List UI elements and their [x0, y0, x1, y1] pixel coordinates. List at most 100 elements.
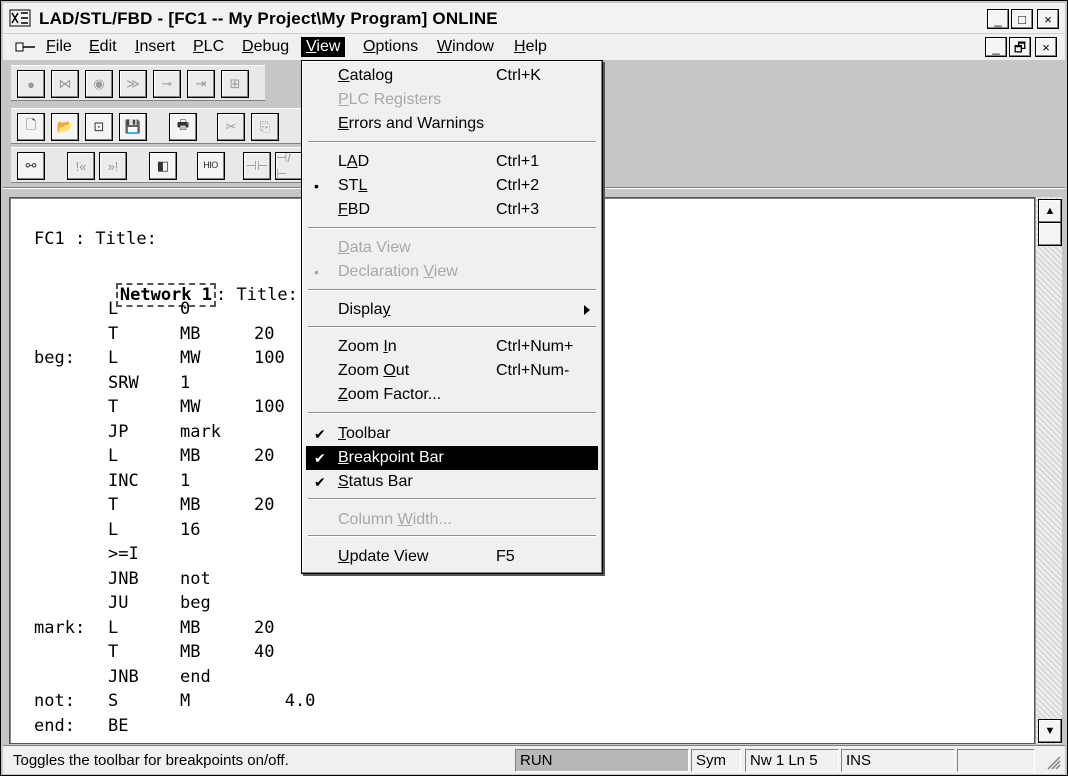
standard-toolbar: 🗋 📂 ⊡ 💾 🖶 ✂ ⎘	[11, 108, 301, 144]
menu-item-stl[interactable]: • STL Ctrl+2	[306, 174, 598, 198]
stl-operation: L	[108, 617, 119, 638]
overview-icon[interactable]: ◧	[149, 152, 177, 180]
menu-view[interactable]: View	[301, 37, 346, 57]
show-next-breakpoint-icon[interactable]: ≫	[119, 70, 147, 98]
menu-window[interactable]: Window	[432, 37, 499, 57]
menu-item-label: Breakpoint Bar	[338, 449, 444, 466]
stl-operand: MB	[180, 323, 201, 344]
resize-grip-icon[interactable]	[1043, 752, 1061, 770]
menu-separator	[308, 498, 596, 500]
menu-debug[interactable]: Debug	[237, 37, 294, 57]
menu-separator	[308, 227, 596, 229]
continue-icon[interactable]: ⊸	[153, 70, 181, 98]
menu-item-label: Zoom Factor...	[338, 386, 442, 403]
radio-bullet-icon: •	[314, 178, 319, 194]
hio-icon[interactable]: ᴴᴵᴼ	[197, 152, 225, 180]
execute-call-icon[interactable]: ⊞	[221, 70, 249, 98]
menu-item-zoom-in[interactable]: Zoom In Ctrl+Num+	[306, 335, 598, 359]
menu-item-shortcut: Ctrl+2	[496, 177, 540, 194]
menu-item-display[interactable]: Display	[306, 298, 598, 322]
stl-operand: MW	[180, 397, 201, 417]
child-minimize-button[interactable]: _	[985, 37, 1007, 57]
stl-label: mark:	[34, 617, 86, 638]
block-title: FC1 : Title:	[34, 229, 157, 249]
menu-item-shortcut: Ctrl+Num+	[496, 338, 574, 355]
stl-operation: L	[108, 348, 119, 368]
stl-label: not:	[34, 691, 75, 711]
normally-open-contact-icon[interactable]: ⊣⊢	[243, 152, 271, 180]
print-icon[interactable]: 🖶	[169, 113, 197, 141]
checkmark-icon: ✔	[314, 426, 326, 442]
copy-icon[interactable]: ⎘	[251, 113, 279, 141]
child-close-button[interactable]: ×	[1035, 37, 1057, 57]
breakpoint-toolbar: ● ⋈ ◉ ≫ ⊸ ⇥ ⊞	[11, 65, 265, 101]
menu-item-label: Column Width...	[338, 511, 452, 528]
previous-network-icon[interactable]: !«	[67, 152, 95, 180]
scroll-up-icon[interactable]: ▲	[1038, 199, 1062, 223]
menu-item-errors-and-warnings[interactable]: Errors and Warnings	[306, 112, 598, 136]
stl-operand: MW	[180, 348, 201, 368]
menu-item-zoom-out[interactable]: Zoom Out Ctrl+Num-	[306, 359, 598, 383]
lad-stl-fbd-app-icon	[9, 9, 31, 27]
minimize-button[interactable]: _	[987, 9, 1009, 29]
menu-item-lad[interactable]: LAD Ctrl+1	[306, 150, 598, 174]
menu-item-catalog[interactable]: Catalog Ctrl+K	[306, 64, 598, 88]
stl-label: beg:	[34, 348, 75, 368]
stl-operand: M	[180, 691, 191, 711]
program-elements-toolbar: ⚯ !« »! ◧ ᴴᴵᴼ ⊣⊢ ⊣/⊢	[11, 147, 303, 183]
stl-value: 100	[254, 348, 285, 368]
menu-item-status-bar[interactable]: ✔ Status Bar	[306, 470, 598, 494]
open-online-icon[interactable]: ⊡	[85, 113, 113, 141]
close-button[interactable]: ×	[1037, 9, 1059, 29]
menu-item-declaration-view: • Declaration View	[306, 260, 598, 284]
save-icon[interactable]: 💾	[119, 113, 147, 141]
vertical-scrollbar[interactable]: ▲ ▼	[1035, 197, 1062, 744]
scroll-thumb[interactable]	[1038, 222, 1062, 246]
menu-options[interactable]: Options	[358, 37, 423, 57]
next-network-icon[interactable]: »!	[99, 152, 127, 180]
menu-item-label: Update View	[338, 548, 429, 565]
stl-operand: beg	[180, 593, 211, 613]
stl-operation: JNB	[108, 568, 139, 589]
menu-item-zoom-factor[interactable]: Zoom Factor...	[306, 383, 598, 407]
open-folder-icon[interactable]: 📂	[51, 113, 79, 141]
menu-separator	[308, 535, 596, 537]
menu-edit[interactable]: Edit	[84, 37, 122, 57]
network-label[interactable]: Network 1	[115, 283, 217, 307]
menu-item-breakpoint-bar[interactable]: ✔ Breakpoint Bar	[306, 446, 598, 470]
stl-operand: MB	[180, 617, 201, 638]
child-restore-button[interactable]: 🗗	[1009, 37, 1031, 57]
menu-item-label: Catalog	[338, 67, 394, 84]
stl-operand: MB	[180, 642, 201, 662]
new-file-icon[interactable]: 🗋	[17, 113, 45, 141]
monitor-glasses-icon[interactable]: ⚯	[17, 152, 45, 180]
stl-operand: 16	[180, 519, 201, 540]
menu-file[interactable]: File	[41, 37, 77, 57]
execute-next-statement-icon[interactable]: ⇥	[187, 70, 215, 98]
stl-value: 20	[254, 446, 275, 466]
set-breakpoint-icon[interactable]: ●	[17, 70, 45, 98]
menu-insert[interactable]: Insert	[130, 37, 180, 57]
normally-closed-contact-icon[interactable]: ⊣/⊢	[275, 150, 303, 181]
menu-item-shortcut: F5	[496, 548, 515, 565]
stl-value: 20	[254, 617, 275, 638]
title-bar[interactable]: LAD/STL/FBD - [FC1 -- My Project\My Prog…	[3, 3, 1065, 34]
maximize-button[interactable]: □	[1011, 9, 1033, 29]
status-empty-field	[957, 749, 1035, 772]
menu-help[interactable]: Help	[509, 37, 552, 57]
document-window-icon[interactable]	[15, 40, 37, 54]
activate-breakpoint-icon[interactable]: ◉	[85, 70, 113, 98]
stl-operand: MB	[180, 495, 201, 515]
menu-item-label: PLC Registers	[338, 91, 442, 108]
menu-item-toolbar[interactable]: ✔ Toolbar	[306, 422, 598, 446]
cut-icon[interactable]: ✂	[217, 113, 245, 141]
menu-item-update-view[interactable]: Update View F5	[306, 545, 598, 569]
status-position: Nw 1 Ln 5	[745, 749, 839, 772]
menu-plc[interactable]: PLC	[188, 37, 229, 57]
menu-item-shortcut: Ctrl+K	[496, 67, 541, 84]
status-insert-mode: INS	[841, 749, 955, 772]
delete-breakpoint-icon[interactable]: ⋈	[51, 70, 79, 98]
menu-item-label: Data View	[338, 239, 411, 256]
menu-item-fbd[interactable]: FBD Ctrl+3	[306, 198, 598, 222]
scroll-down-icon[interactable]: ▼	[1038, 719, 1062, 743]
